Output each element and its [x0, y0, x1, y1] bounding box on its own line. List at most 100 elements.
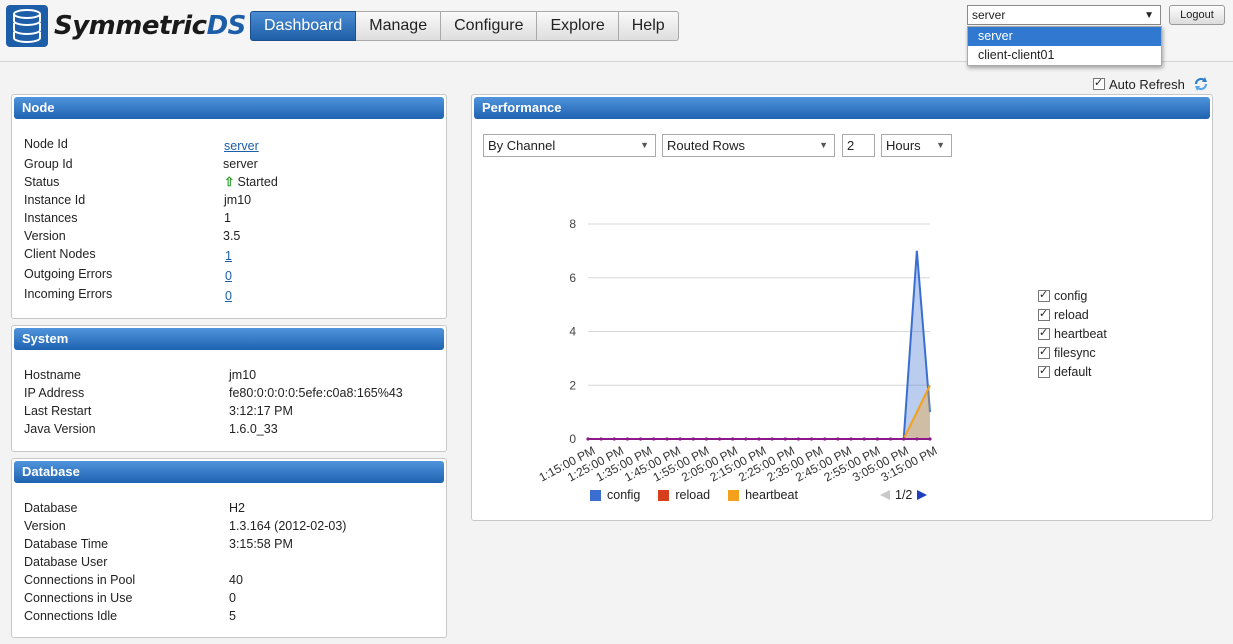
value-instance-id: jm10	[224, 193, 252, 207]
label-ip-address: IP Address	[24, 386, 85, 400]
app-name: SymmetricDS	[54, 11, 246, 41]
label-group-id: Group Id	[24, 157, 73, 171]
period-unit-select[interactable]: Hours ▼	[881, 134, 952, 157]
data-point	[639, 437, 643, 441]
auto-refresh: Auto Refresh	[1093, 76, 1209, 92]
logout-button[interactable]: Logout	[1169, 5, 1225, 25]
legend-item-reload[interactable]: reload	[658, 488, 710, 502]
node-option-server[interactable]: server	[968, 27, 1161, 46]
legend-pager: 1/2	[879, 488, 928, 502]
label-version: Version	[24, 229, 66, 243]
label-hostname: Hostname	[24, 368, 81, 382]
data-point	[625, 437, 630, 441]
label-database-time: Database Time	[24, 537, 109, 551]
panel-title: Performance	[474, 97, 1210, 119]
chevron-down-icon: ▼	[819, 140, 828, 150]
label-client-nodes: Client Nodes	[24, 247, 96, 261]
data-point	[652, 437, 656, 441]
label-java-version: Java Version	[24, 422, 96, 436]
y-tick-label: 2	[569, 378, 576, 392]
series-line-config	[588, 250, 931, 440]
prev-page-icon[interactable]	[879, 489, 891, 501]
node-select-dropdown: server client-client01	[967, 26, 1162, 66]
value-java-version: 1.6.0_33	[229, 422, 278, 436]
data-point	[586, 437, 590, 441]
node-panel: Node Node Id server Group Id server Stat…	[11, 94, 447, 319]
label-database-user: Database User	[24, 555, 108, 569]
nav-explore[interactable]: Explore	[537, 11, 619, 41]
value-database: H2	[229, 501, 245, 515]
data-point	[888, 437, 893, 441]
chevron-down-icon: ▼	[936, 140, 945, 150]
y-tick-label: 4	[569, 325, 576, 339]
series-toggle-list: config reload heartbeat filesync default	[1038, 286, 1107, 381]
legend-item-config[interactable]: config	[590, 488, 640, 502]
nav-manage[interactable]: Manage	[356, 11, 442, 41]
group-by-select[interactable]: By Channel ▼	[483, 134, 656, 157]
chevron-down-icon: ▼	[1144, 10, 1154, 21]
y-tick-label: 0	[569, 432, 576, 446]
system-panel: System Hostname jm10 IP Address fe80:0:0…	[11, 325, 447, 452]
node-id-link[interactable]: server	[224, 139, 259, 153]
label-instance-id: Instance Id	[24, 193, 86, 207]
chart-legend: config reload heartbeat	[590, 488, 816, 502]
value-database-time: 3:15:58 PM	[229, 537, 293, 551]
label-last-restart: Last Restart	[24, 404, 92, 418]
label-outgoing-errors: Outgoing Errors	[24, 267, 113, 281]
refresh-icon[interactable]	[1193, 76, 1209, 92]
nav-help[interactable]: Help	[618, 11, 679, 41]
legend-item-heartbeat[interactable]: heartbeat	[728, 488, 798, 502]
data-point	[902, 437, 906, 441]
data-point	[915, 437, 919, 441]
series-toggle-reload[interactable]: reload	[1038, 305, 1107, 324]
label-connections-pool: Connections in Pool	[24, 573, 136, 587]
main-nav: Dashboard Manage Configure Explore Help	[250, 11, 679, 41]
data-point	[717, 437, 722, 441]
period-value-input[interactable]: 2	[842, 134, 875, 157]
value-instances: 1	[224, 211, 231, 225]
data-point	[599, 437, 603, 441]
series-toggle-heartbeat[interactable]: heartbeat	[1038, 324, 1107, 343]
y-tick-label: 6	[569, 271, 576, 285]
data-point	[757, 437, 761, 441]
auto-refresh-checkbox[interactable]	[1093, 76, 1105, 90]
value-connections-in-use: 0	[229, 591, 236, 605]
data-point	[862, 437, 866, 441]
next-page-icon[interactable]	[916, 489, 928, 501]
value-last-restart: 3:12:17 PM	[229, 404, 293, 418]
data-point	[849, 437, 853, 441]
database-panel: Database Database H2 Version 1.3.164 (20…	[11, 458, 447, 638]
incoming-errors-link[interactable]: 0	[225, 289, 232, 303]
data-point	[796, 437, 801, 441]
data-point	[665, 437, 669, 441]
series-toggle-filesync[interactable]: filesync	[1038, 343, 1107, 362]
value-connections-idle: 5	[229, 609, 236, 623]
chevron-down-icon: ▼	[640, 140, 649, 150]
data-point	[810, 437, 814, 441]
label-connections-in-use: Connections in Use	[24, 591, 133, 605]
label-status: Status	[24, 175, 60, 189]
outgoing-errors-link[interactable]: 0	[225, 269, 232, 283]
value-ip-address: fe80:0:0:0:0:5efe:c0a8:165%43	[229, 386, 403, 400]
data-point	[783, 437, 787, 441]
client-nodes-link[interactable]: 1	[225, 249, 232, 263]
value-group-id: server	[223, 157, 258, 171]
metric-select[interactable]: Routed Rows ▼	[662, 134, 835, 157]
data-point	[823, 437, 827, 441]
data-point	[928, 437, 932, 441]
nav-configure[interactable]: Configure	[441, 11, 538, 41]
node-option-client[interactable]: client-client01	[968, 46, 1161, 65]
data-point	[875, 437, 879, 441]
arrow-up-icon: ⇧	[224, 175, 235, 189]
performance-chart: 024681:15:00 PM1:25:00 PM1:35:00 PM1:45:…	[537, 217, 940, 484]
data-point	[678, 437, 682, 441]
database-logo-icon	[6, 5, 48, 47]
data-point	[770, 437, 774, 441]
value-hostname: jm10	[229, 368, 257, 382]
nav-dashboard[interactable]: Dashboard	[250, 11, 357, 41]
node-select[interactable]: server ▼	[967, 5, 1161, 25]
data-point	[731, 437, 735, 441]
series-toggle-config[interactable]: config	[1038, 286, 1107, 305]
data-point	[836, 437, 840, 441]
series-toggle-default[interactable]: default	[1038, 362, 1107, 381]
